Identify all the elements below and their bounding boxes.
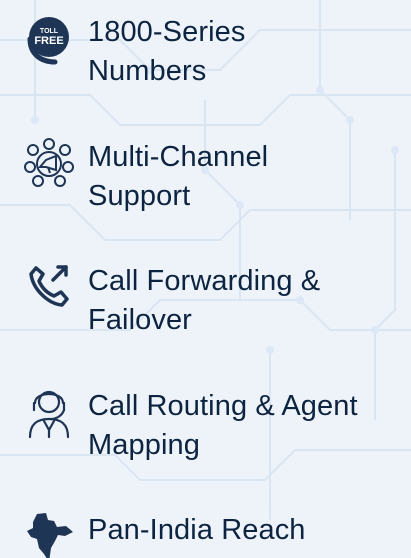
toll-free-icon: TOLL FREE — [27, 17, 69, 65]
feature-label-call-routing: Call Routing & Agent Mapping — [88, 390, 358, 461]
feature-item-toll-free: TOLL FREE 1800-Series Numbers — [20, 13, 400, 91]
features-panel: TOLL FREE 1800-Series Numbers Multi-Chan… — [0, 0, 411, 558]
feature-item-call-forwarding: Call Forwarding & Failover — [20, 262, 400, 340]
india-map-icon — [27, 513, 73, 558]
feature-label-multi-channel: Multi-Channel Support — [88, 141, 269, 212]
call-forwarding-icon — [29, 265, 69, 307]
feature-item-pan-india: Pan-India Reach — [20, 511, 400, 558]
feature-label-call-forwarding: Call Forwarding & Failover — [88, 265, 321, 336]
multi-channel-icon — [24, 138, 74, 187]
feature-item-multi-channel: Multi-Channel Support — [20, 138, 400, 216]
svg-text:TOLL: TOLL — [40, 28, 59, 35]
feature-list: TOLL FREE 1800-Series Numbers Multi-Chan… — [0, 0, 411, 558]
feature-label-pan-india: Pan-India Reach — [88, 514, 306, 546]
svg-text:FREE: FREE — [34, 35, 63, 47]
feature-label-toll-free: 1800-Series Numbers — [88, 16, 246, 87]
feature-item-call-routing: Call Routing & Agent Mapping — [20, 387, 400, 465]
agent-headset-icon — [28, 390, 70, 439]
